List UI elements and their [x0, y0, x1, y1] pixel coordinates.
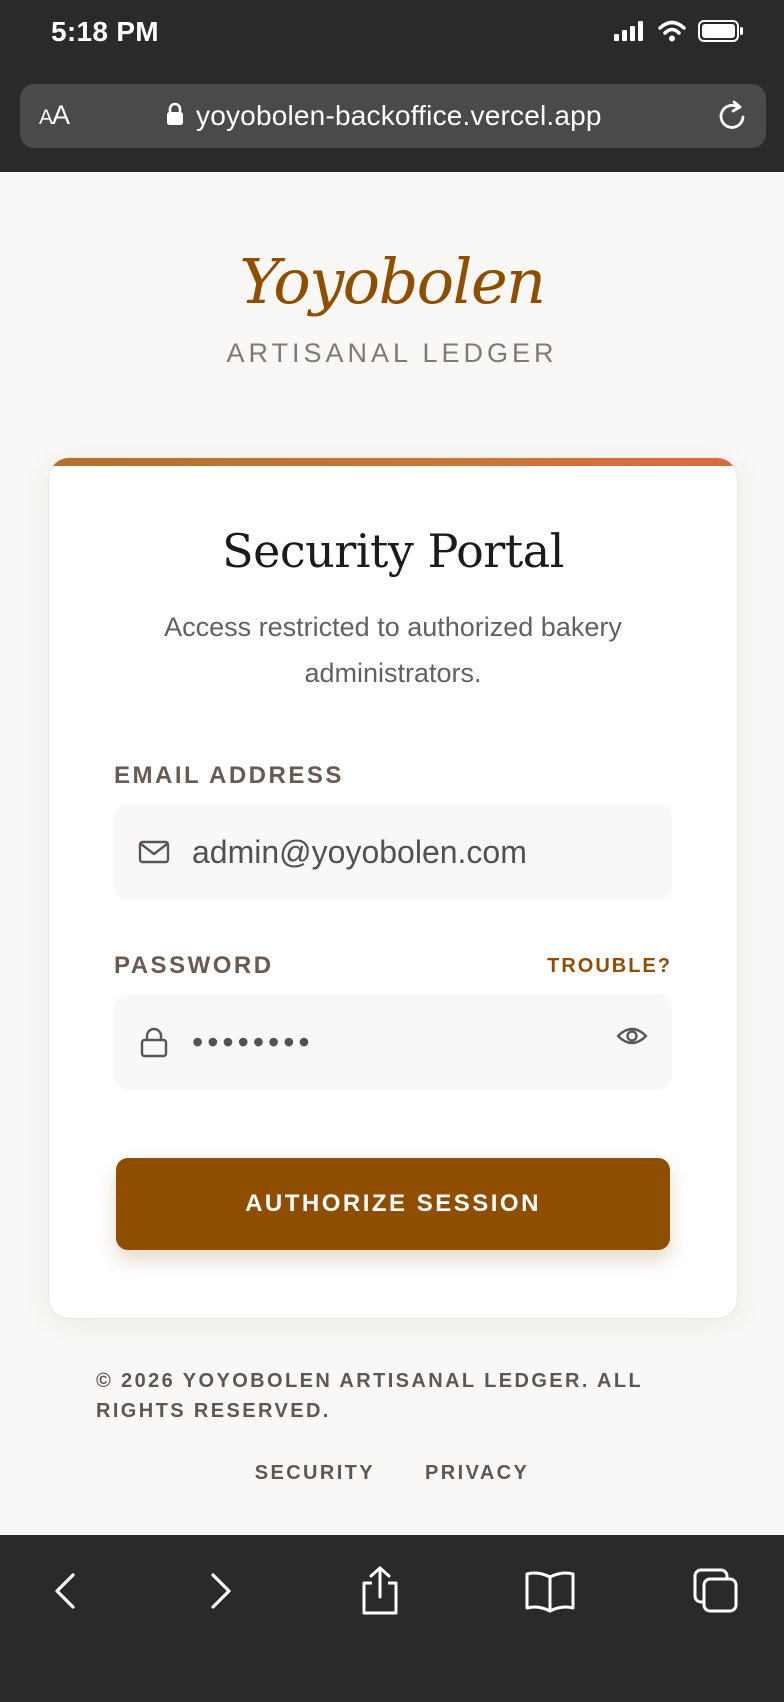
- lock-icon: [166, 102, 184, 131]
- battery-icon: [698, 20, 744, 47]
- url-text: yoyobolen-backoffice.vercel.app: [196, 100, 602, 131]
- password-field-container[interactable]: ••••••••: [114, 994, 672, 1090]
- brand-header: Yoyobolen ARTISANAL LEDGER: [0, 246, 784, 369]
- wifi-icon: [658, 20, 686, 47]
- reload-icon[interactable]: [712, 96, 752, 141]
- email-field[interactable]: [192, 833, 612, 871]
- password-label: PASSWORD: [114, 952, 274, 979]
- eye-icon[interactable]: [616, 1024, 648, 1053]
- tabs-icon[interactable]: [686, 1561, 746, 1621]
- text-size-small-glyph: A: [39, 106, 53, 129]
- cellular-signal-icon: [614, 21, 646, 46]
- share-icon[interactable]: [350, 1561, 410, 1621]
- login-card: Security Portal Access restricted to aut…: [49, 458, 737, 1318]
- text-size-button[interactable]: AA: [39, 100, 70, 131]
- card-accent-bar: [49, 458, 737, 466]
- mail-icon: [136, 834, 172, 870]
- forward-icon[interactable]: [190, 1561, 250, 1621]
- email-label: EMAIL ADDRESS: [114, 762, 344, 789]
- copyright-text: © 2026 YOYOBOLEN ARTISANAL LEDGER. ALL R…: [96, 1370, 643, 1422]
- footer-link-security[interactable]: SECURITY: [255, 1462, 375, 1485]
- lock-icon: [136, 1024, 172, 1060]
- login-screen: 5:18 PM AA yoyobolen-backoffice.vercel.a…: [0, 0, 784, 1702]
- card-description: Access restricted to authorized bakery a…: [164, 612, 622, 688]
- trouble-link[interactable]: TROUBLE?: [547, 955, 672, 978]
- brand-tagline: ARTISANAL LEDGER: [226, 338, 558, 368]
- address-bar[interactable]: AA yoyobolen-backoffice.vercel.app: [20, 84, 766, 148]
- brand-logo: Yoyobolen: [239, 245, 546, 318]
- bookmarks-icon[interactable]: [520, 1561, 580, 1621]
- text-size-large-glyph: A: [52, 100, 70, 130]
- status-icons: [614, 20, 744, 47]
- browser-toolbar: [0, 1535, 784, 1702]
- footer-links: SECURITY PRIVACY: [0, 1462, 784, 1485]
- password-field[interactable]: ••••••••: [192, 1024, 314, 1061]
- footer-link-privacy[interactable]: PRIVACY: [425, 1462, 529, 1485]
- browser-top-chrome: 5:18 PM AA yoyobolen-backoffice.vercel.a…: [0, 0, 784, 172]
- url-display[interactable]: yoyobolen-backoffice.vercel.app: [166, 84, 602, 148]
- email-field-container[interactable]: [114, 804, 672, 900]
- back-icon[interactable]: [36, 1561, 96, 1621]
- status-time: 5:18 PM: [51, 16, 159, 47]
- card-title: Security Portal: [222, 524, 564, 578]
- authorize-session-button[interactable]: AUTHORIZE SESSION: [116, 1158, 670, 1250]
